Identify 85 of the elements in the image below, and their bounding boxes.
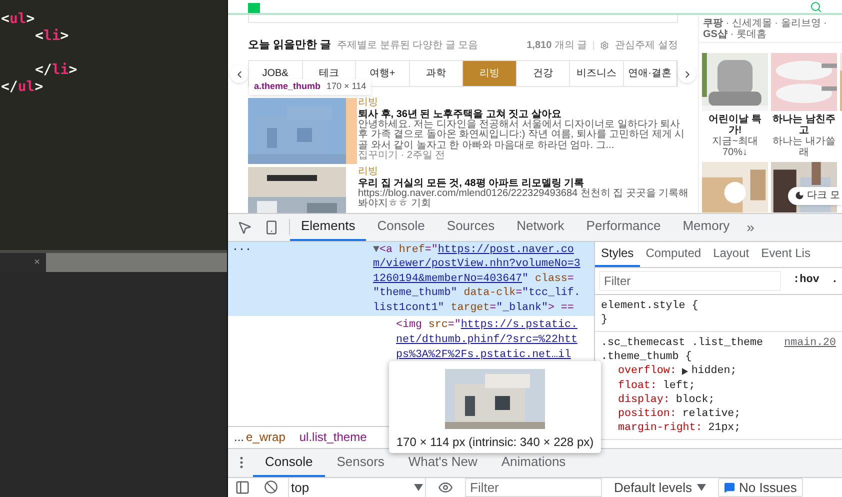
article-title[interactable]: 퇴사 후, 36년 된 노후주택을 고쳐 짓고 살아요	[358, 108, 690, 120]
dark-mode-button[interactable]: 다크 모	[788, 186, 842, 204]
devtools-tab[interactable]: Console	[366, 214, 436, 240]
interest-settings-link[interactable]: 관심주제 설정	[615, 38, 678, 52]
code-line: m/viewer/postView.nhn?volumeNo=3	[373, 257, 580, 272]
code-line: ps%3A%2F%2Fs.pstatic.net…il	[396, 348, 572, 362]
dropdown-caret-icon	[414, 484, 423, 491]
section-title: 오늘 읽을만한 글	[248, 38, 332, 53]
breadcrumb[interactable]: ...	[234, 428, 244, 446]
drawer-tab[interactable]: Animations	[489, 448, 578, 476]
clear-console-icon[interactable]	[264, 480, 278, 494]
styles-filter-field[interactable]: Filter	[599, 270, 781, 290]
logo-icon	[248, 3, 260, 13]
inspect-icon[interactable]	[237, 220, 252, 234]
moon-icon	[795, 191, 804, 200]
css-declaration[interactable]: display: block;	[601, 392, 836, 407]
devtools-tab[interactable]: Performance	[575, 214, 672, 240]
article-category: 리빙	[358, 98, 379, 108]
article-summary: https://blog.naver.com/mlend0126/222329493684 천천히 집 곳곳을 기록해 봐야지ㅎㅎ 기회	[358, 188, 690, 210]
hover-state-toggle[interactable]: :hov	[793, 272, 820, 289]
styles-tab[interactable]: Event Lis	[755, 242, 816, 266]
code-line: </li>	[35, 61, 78, 77]
more-tabs-button[interactable]: »	[740, 216, 760, 238]
shopping-links[interactable]: 쿠팡 · 신세계몰 · 올리브영 · GS샵 · 롯데홈	[703, 18, 838, 40]
product-subtitle: 하나는 내가쓸래	[772, 136, 836, 158]
devtools-tab[interactable]: Memory	[672, 214, 741, 240]
code-line: <ul>	[1, 10, 36, 26]
previous-button[interactable]	[230, 65, 248, 83]
code-line: </ul>	[1, 78, 44, 94]
eye-icon[interactable]	[438, 480, 453, 495]
code-line: 1260194&memberNo=403647" class=	[373, 272, 575, 286]
message-icon	[724, 482, 736, 493]
breadcrumb[interactable]: e_wrap	[246, 428, 286, 446]
section-subtitle: 주제별로 분류된 다양한 글 모음	[337, 38, 478, 52]
image-dimensions: 170 × 114 px (intrinsic: 340 × 228 px)	[396, 434, 594, 450]
css-selector: element.style {	[601, 298, 698, 313]
css-declaration[interactable]: float: left;	[601, 378, 836, 393]
close-button[interactable]: ×	[34, 255, 40, 270]
topic-tab[interactable]: 비즈니스	[570, 61, 624, 86]
styles-tab[interactable]: Styles	[595, 242, 640, 266]
css-selector: .sc_themecast .list_theme	[601, 336, 763, 350]
styles-tab[interactable]: Computed	[640, 242, 708, 266]
code-line: net/dthumb.phinf/?src=%22htt	[396, 333, 578, 348]
styles-tab[interactable]: Layout	[707, 242, 756, 266]
issues-button[interactable]: No Issues	[718, 478, 803, 497]
article-category: 리빙	[358, 167, 379, 178]
devtools-tab[interactable]: Network	[506, 214, 576, 240]
child-node[interactable]: <img src="https://s.pstatic. net/dthumb.phinf/?src=%22htt ps%3A%2F%2Fs.pstatic.net…il	[228, 316, 594, 362]
rule-close: }	[601, 314, 608, 326]
product-subtitle: 지금~최대70%↓	[711, 136, 759, 158]
css-declaration[interactable]: margin-right: 21px;	[601, 421, 836, 436]
drawer-tab[interactable]: Console	[253, 448, 325, 476]
expand-icon[interactable]	[682, 368, 688, 375]
product-title[interactable]: 하나는 남친주고	[771, 114, 837, 136]
stylesheet-link[interactable]: nmain.20	[784, 336, 836, 364]
device-icon[interactable]	[264, 220, 279, 234]
code-line: <img src="https://s.pstatic.	[396, 318, 578, 334]
log-levels-dropdown[interactable]: Default levels	[614, 478, 706, 497]
dropdown-caret-icon	[697, 484, 706, 491]
sidebar-icon[interactable]	[235, 480, 250, 495]
code-line: ▼<a href="https://post.naver.co	[373, 242, 575, 258]
editor-tab[interactable]: ×	[0, 253, 46, 272]
class-toggle[interactable]: .	[831, 272, 838, 289]
article-meta: 집꾸미기 · 2주일 전	[358, 151, 446, 162]
css-selector: .theme_thumb {	[601, 350, 693, 364]
css-declaration[interactable]: overflow: hidden;	[601, 364, 836, 379]
console-filter-field[interactable]: Filter	[465, 478, 602, 497]
css-declaration[interactable]: position: relative;	[601, 406, 836, 422]
article-count: 1,810 개의 글	[526, 38, 588, 52]
code-line: <li>	[35, 27, 70, 43]
topic-tab[interactable]: 건강	[516, 61, 570, 86]
settings-icon	[600, 40, 610, 50]
node-menu-icon[interactable]: ...	[228, 242, 373, 316]
drawer-tab[interactable]: What's New	[396, 448, 490, 476]
article-summary: 안녕하세요. 저는 디자인을 전공해서 서울에서 디자이너로 일하다가 퇴사 후 가족 곁으로 돌아온 화연씨입니다:) 작년 여름, 퇴사를 고민하던 제게 시골 와서 같이 놀자고 한 아빠와 마음대로 하라던 엄마. 그...	[358, 120, 686, 150]
code-line: "theme_thumb" data-clk="tcc_lif.	[373, 286, 580, 301]
topic-tab[interactable]: 연애·결혼	[624, 61, 677, 86]
breadcrumb[interactable]: ul.list_theme	[299, 428, 367, 446]
product-title[interactable]: 어린이날 특가!	[702, 114, 768, 136]
next-button[interactable]	[678, 65, 696, 83]
code-line: list1cont1" target="_blank"> ==	[373, 300, 575, 316]
devtools-tab[interactable]: Sources	[436, 214, 506, 240]
article-title[interactable]: 우리 집 거실의 모든 것, 48평 아파트 리모델링 기록	[358, 178, 690, 188]
drawer-tab[interactable]: Sensors	[324, 448, 396, 476]
context-selector[interactable]: top	[288, 478, 426, 497]
